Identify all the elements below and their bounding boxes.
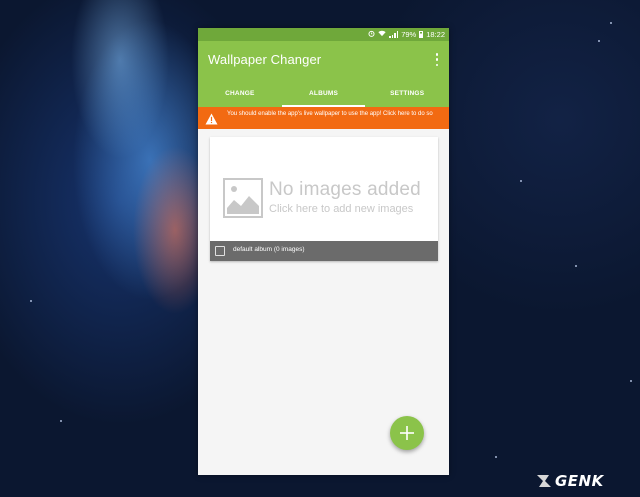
alarm-icon <box>368 29 375 40</box>
star <box>495 456 497 458</box>
app-title: Wallpaper Changer <box>208 52 322 67</box>
tab-bar: CHANGE ALBUMS SETTINGS <box>198 84 449 107</box>
genk-logo-text: GENK <box>555 472 604 490</box>
album-card[interactable]: No images added Click here to add new im… <box>210 137 438 261</box>
star <box>598 40 600 42</box>
app-bar: Wallpaper Changer CHANGE ALBUMS SETTINGS <box>198 41 449 107</box>
album-label: default album (0 images) <box>233 246 305 253</box>
warning-icon <box>205 112 218 125</box>
status-bar: 79% 18:22 <box>198 28 449 41</box>
more-vert-icon[interactable] <box>435 53 439 66</box>
genk-logo-mark <box>537 475 551 487</box>
star <box>575 265 577 267</box>
signal-icon <box>389 31 399 38</box>
genk-logo: GENK <box>535 472 604 490</box>
album-footer: default album (0 images) <box>210 241 438 261</box>
star <box>630 380 632 382</box>
tab-settings[interactable]: SETTINGS <box>365 84 449 107</box>
tab-change[interactable]: CHANGE <box>198 84 282 107</box>
clock: 18:22 <box>426 30 445 39</box>
album-checkbox[interactable] <box>215 246 225 256</box>
warning-text: You should enable the app's live wallpap… <box>227 111 433 117</box>
star <box>30 300 32 302</box>
tab-albums[interactable]: ALBUMS <box>281 84 366 107</box>
image-placeholder-icon <box>223 178 263 218</box>
star <box>610 22 612 24</box>
add-fab-button[interactable] <box>390 416 424 450</box>
plus-icon <box>400 426 414 440</box>
no-images-title: No images added <box>269 179 421 200</box>
status-icons: 79% 18:22 <box>368 29 445 40</box>
phone-screen: 79% 18:22 Wallpaper Changer CHANGE ALBUM… <box>198 28 449 475</box>
star <box>60 420 62 422</box>
battery-icon <box>419 31 424 38</box>
battery-percent: 79% <box>401 30 417 39</box>
live-wallpaper-warning[interactable]: You should enable the app's live wallpap… <box>198 107 449 129</box>
star <box>520 180 522 182</box>
add-images-hint[interactable]: Click here to add new images <box>269 203 413 215</box>
wifi-icon <box>378 29 386 40</box>
